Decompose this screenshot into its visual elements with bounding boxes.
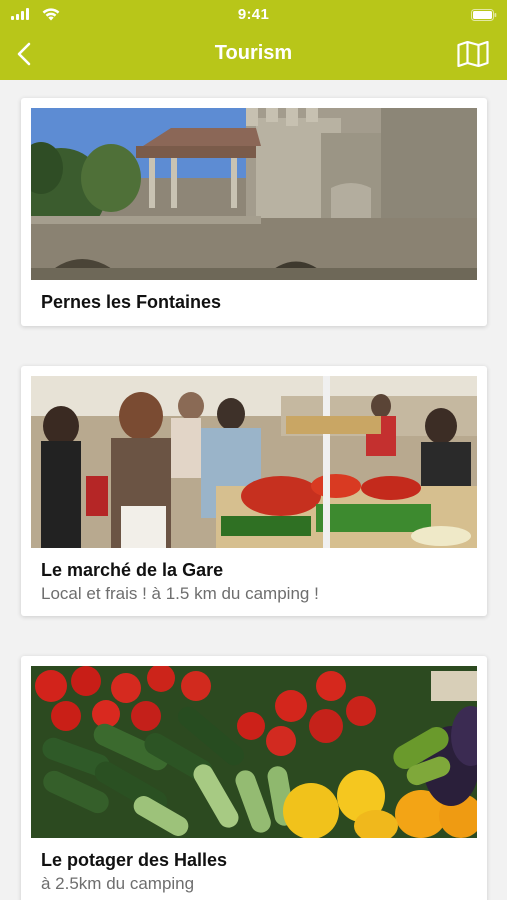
list-item[interactable]: Le potager des Halles à 2.5km du camping: [21, 656, 487, 900]
map-button[interactable]: [455, 38, 491, 70]
navigation-bar: Tourism: [0, 28, 507, 80]
battery-icon: [471, 8, 497, 21]
vegetables-photo: [31, 666, 477, 838]
page-title: Tourism: [214, 42, 293, 64]
tourism-list[interactable]: Pernes les Fontaines Le marché de la Gar…: [0, 80, 507, 900]
status-bar: 9:41: [0, 0, 507, 28]
status-time: 9:41: [237, 6, 270, 23]
item-title: Le marché de la Gare: [41, 560, 224, 580]
market-photo: [31, 376, 477, 548]
item-title: Le potager des Halles: [41, 850, 228, 870]
list-item[interactable]: Pernes les Fontaines: [21, 98, 487, 326]
item-subtitle: Local et frais ! à 1.5 km du camping !: [41, 584, 319, 603]
item-title: Pernes les Fontaines: [41, 292, 222, 312]
pernes-les-fontaines-photo: [31, 108, 477, 280]
map-icon: [457, 41, 489, 67]
item-subtitle: à 2.5km du camping: [41, 874, 195, 893]
list-item[interactable]: Le marché de la Gare Local et frais ! à …: [21, 366, 487, 616]
